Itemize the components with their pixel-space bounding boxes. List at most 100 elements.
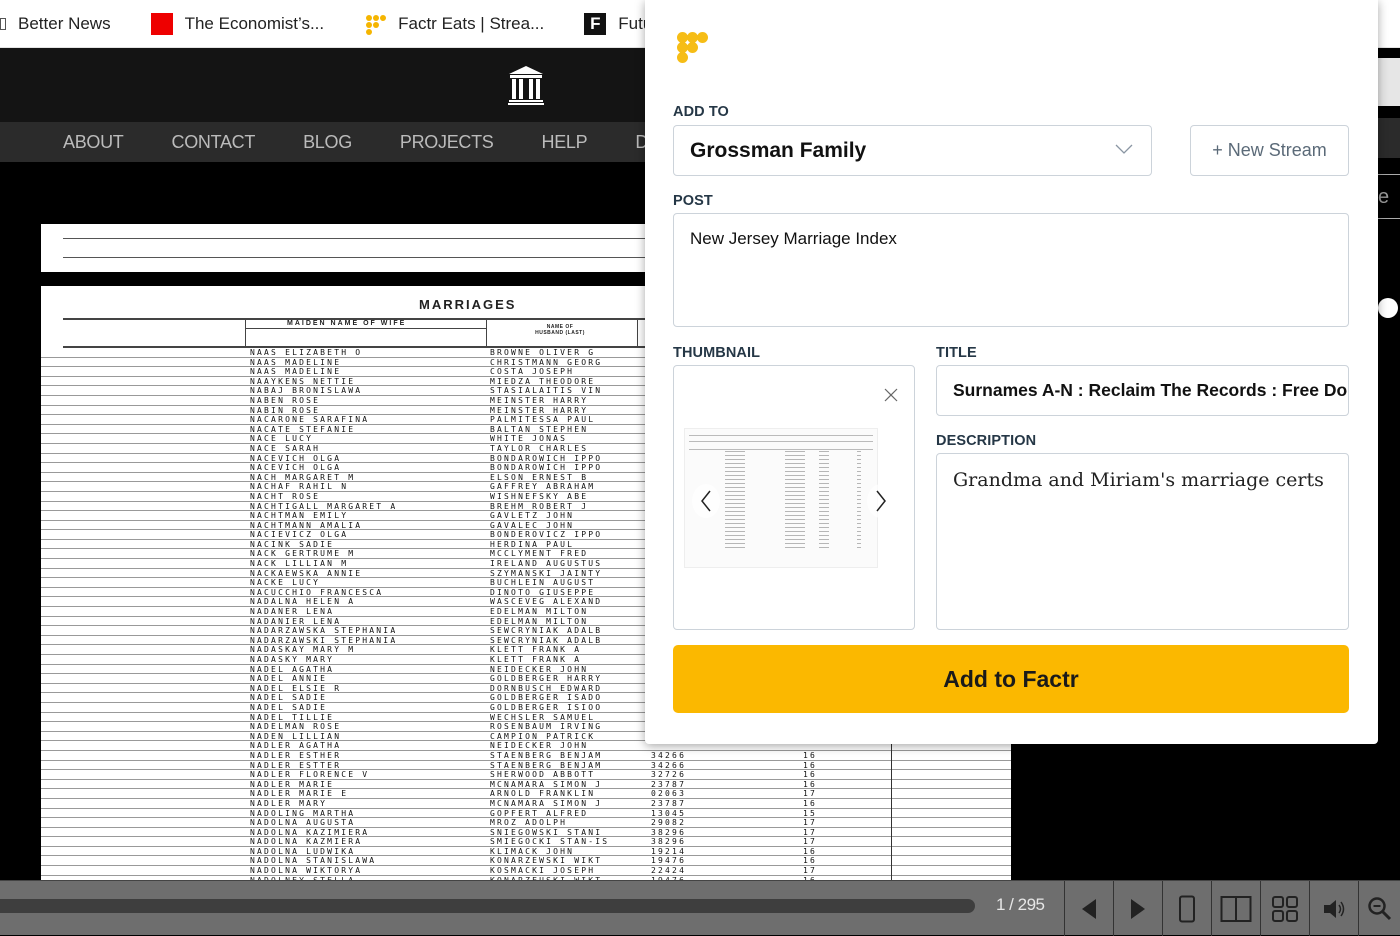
record-row: NADLER FLORENCE V SHERWOOD ABBOTT 32726 16 bbox=[41, 770, 1011, 780]
volume: 16 bbox=[803, 856, 818, 866]
title-label: TITLE bbox=[936, 345, 977, 361]
record-row: NADLER MARY MCNAMARA SIMON J 23787 16 bbox=[41, 799, 1011, 809]
new-stream-button[interactable]: + New Stream bbox=[1190, 125, 1349, 176]
husband-name: COSTA JOSEPH bbox=[490, 367, 575, 377]
husband-name: STASIALAITIS VIN bbox=[490, 386, 603, 396]
factr-dots-icon bbox=[364, 13, 387, 35]
wife-name: NACKE LUCY bbox=[250, 578, 321, 588]
volume: 16 bbox=[803, 846, 818, 856]
wife-name: NADARZAWSKA STEPHANIA bbox=[250, 626, 398, 636]
wife-name: NADLER AGATHA bbox=[250, 741, 342, 751]
wife-name: NADALNA HELEN A bbox=[250, 597, 356, 607]
wife-name: NADEL SADIE bbox=[250, 702, 328, 712]
description-field[interactable]: Grandma and Miriam's marriage certs bbox=[936, 453, 1349, 630]
wife-name: NABIN ROSE bbox=[250, 405, 321, 415]
husband-name: DORNBUSCH EDWARD bbox=[490, 683, 603, 693]
wife-name: NADLER ESTHER bbox=[250, 750, 342, 760]
bookmark-economist[interactable]: The Economist’s... bbox=[150, 12, 324, 35]
previous-page-fragment bbox=[41, 224, 681, 272]
wife-name: NADASKAY MARY M bbox=[250, 645, 356, 655]
bookmark-label: Better News bbox=[18, 13, 111, 33]
husband-name: BONDEROVICZ IPPO bbox=[490, 530, 603, 540]
husband-name: STAENBERG BENJAM bbox=[490, 750, 603, 760]
title-field[interactable]: Surnames A-N : Reclaim The Records : Fre… bbox=[936, 365, 1349, 416]
volume: 16 bbox=[803, 750, 818, 760]
wife-name: NACHAF RAHIL N bbox=[250, 482, 349, 492]
husband-name: TAYLOR CHARLES bbox=[490, 443, 589, 453]
husband-name: MCNAMARA SIMON J bbox=[490, 798, 603, 808]
record-row: NADLER MARIE MCNAMARA SIMON J 23787 16 bbox=[41, 780, 1011, 790]
husband-name: MIEDZA THEODORE bbox=[490, 376, 596, 386]
nav-help[interactable]: HELP bbox=[542, 132, 588, 153]
husband-name: KLETT FRANK A bbox=[490, 645, 582, 655]
nav-contact[interactable]: CONTACT bbox=[172, 132, 256, 153]
wife-name: NAAS ELIZABETH O bbox=[250, 348, 363, 357]
bookmark-factr-eats[interactable]: Factr Eats | Strea... bbox=[364, 13, 544, 35]
husband-name: CAMPION PATRICK bbox=[490, 731, 596, 741]
triangle-left-icon bbox=[1082, 898, 1096, 919]
wife-name: NACUCCHIO FRANCESCA bbox=[250, 587, 384, 597]
read-aloud-button[interactable] bbox=[1309, 881, 1358, 936]
thumbnail-next-button[interactable] bbox=[867, 484, 895, 518]
husband-name: DINOTO GIUSEPPE bbox=[490, 587, 596, 597]
certificate-number: 38296 bbox=[651, 837, 687, 847]
wife-name: NADELMAN ROSE bbox=[250, 722, 342, 732]
wife-name: NACKAEWSKA ANNIE bbox=[250, 568, 363, 578]
column-header-wife: MAIDEN NAME OF WIFE bbox=[287, 320, 407, 327]
certificate-number: 19214 bbox=[651, 846, 687, 856]
husband-name: BONDAROWICH IPPO bbox=[490, 463, 603, 473]
wife-name: NADOLNA AUGUSTA bbox=[250, 818, 356, 828]
wife-name: NACE SARAH bbox=[250, 443, 321, 453]
previous-page-button[interactable] bbox=[1064, 881, 1113, 936]
zoom-out-button[interactable] bbox=[1358, 881, 1400, 936]
wife-name: NADEL TILLIE bbox=[250, 712, 335, 722]
husband-name: GOLDBERGER HARRY bbox=[490, 674, 603, 684]
husband-name: MCNAMARA SIMON J bbox=[490, 779, 603, 789]
thumbnail-prev-button[interactable] bbox=[692, 484, 720, 518]
wife-name: NADOLNA KAZIMIERA bbox=[250, 827, 370, 837]
page-icon bbox=[0, 17, 6, 30]
stream-select[interactable]: Grossman Family bbox=[673, 125, 1152, 176]
husband-name: BUCHLEIN AUGUST bbox=[490, 578, 596, 588]
bookmark-better-news[interactable]: Better News bbox=[0, 14, 111, 34]
certificate-number: 34266 bbox=[651, 750, 687, 760]
volume: 16 bbox=[803, 760, 818, 770]
zoom-out-icon bbox=[1367, 896, 1391, 920]
volume: 15 bbox=[803, 808, 818, 818]
wife-name: NACARONE SARAFINA bbox=[250, 415, 370, 425]
husband-name: EDELMAN MILTON bbox=[490, 616, 589, 626]
next-page-button[interactable] bbox=[1113, 881, 1162, 936]
wife-name: NADOLNA STANISLAWA bbox=[250, 856, 377, 866]
thumbnail-view-button[interactable] bbox=[1260, 881, 1309, 936]
document-title: MARRIAGES bbox=[419, 297, 517, 312]
husband-name: SMIEGOCKI STAN-IS bbox=[490, 837, 610, 847]
triangle-right-icon bbox=[1131, 898, 1145, 919]
add-to-factr-button[interactable]: Add to Factr bbox=[673, 645, 1349, 713]
wife-name: NADEL ELSIE R bbox=[250, 683, 342, 693]
two-page-view-button[interactable] bbox=[1211, 881, 1260, 936]
slider-handle[interactable] bbox=[1378, 298, 1398, 318]
husband-name: BROWNE OLIVER G bbox=[490, 348, 596, 357]
husband-name: ELSON ERNEST B bbox=[490, 472, 589, 482]
single-page-view-button[interactable] bbox=[1162, 881, 1211, 936]
nav-blog[interactable]: BLOG bbox=[303, 132, 352, 153]
single-page-icon bbox=[1179, 895, 1195, 922]
page-progress-slider[interactable] bbox=[0, 899, 975, 913]
institution-building-icon[interactable] bbox=[507, 64, 545, 106]
description-field-value: Grandma and Miriam's marriage certs bbox=[953, 469, 1324, 491]
husband-name: GOLDBERGER ISIOO bbox=[490, 702, 603, 712]
wife-name: NACHTMAN EMILY bbox=[250, 511, 349, 521]
certificate-number: 29082 bbox=[651, 818, 687, 828]
post-field[interactable]: New Jersey Marriage Index bbox=[673, 213, 1349, 327]
record-row: NADLER ESTHER STAENBERG BENJAM 34266 16 bbox=[41, 751, 1011, 761]
nav-projects[interactable]: PROJECTS bbox=[400, 132, 494, 153]
husband-name: WISHNEFSKY ABE bbox=[490, 491, 589, 501]
wife-name: NACEVICH OLGA bbox=[250, 453, 342, 463]
chevron-left-icon bbox=[701, 490, 711, 512]
nav-about[interactable]: ABOUT bbox=[63, 132, 124, 153]
close-icon[interactable] bbox=[884, 388, 898, 402]
certificate-number: 13045 bbox=[651, 808, 687, 818]
wife-name: NACINK SADIE bbox=[250, 539, 335, 549]
record-row: NADOLING MARTHA GOPFERT ALFRED 13045 15 bbox=[41, 809, 1011, 819]
bookmark-futu[interactable]: F Futu bbox=[584, 12, 652, 35]
